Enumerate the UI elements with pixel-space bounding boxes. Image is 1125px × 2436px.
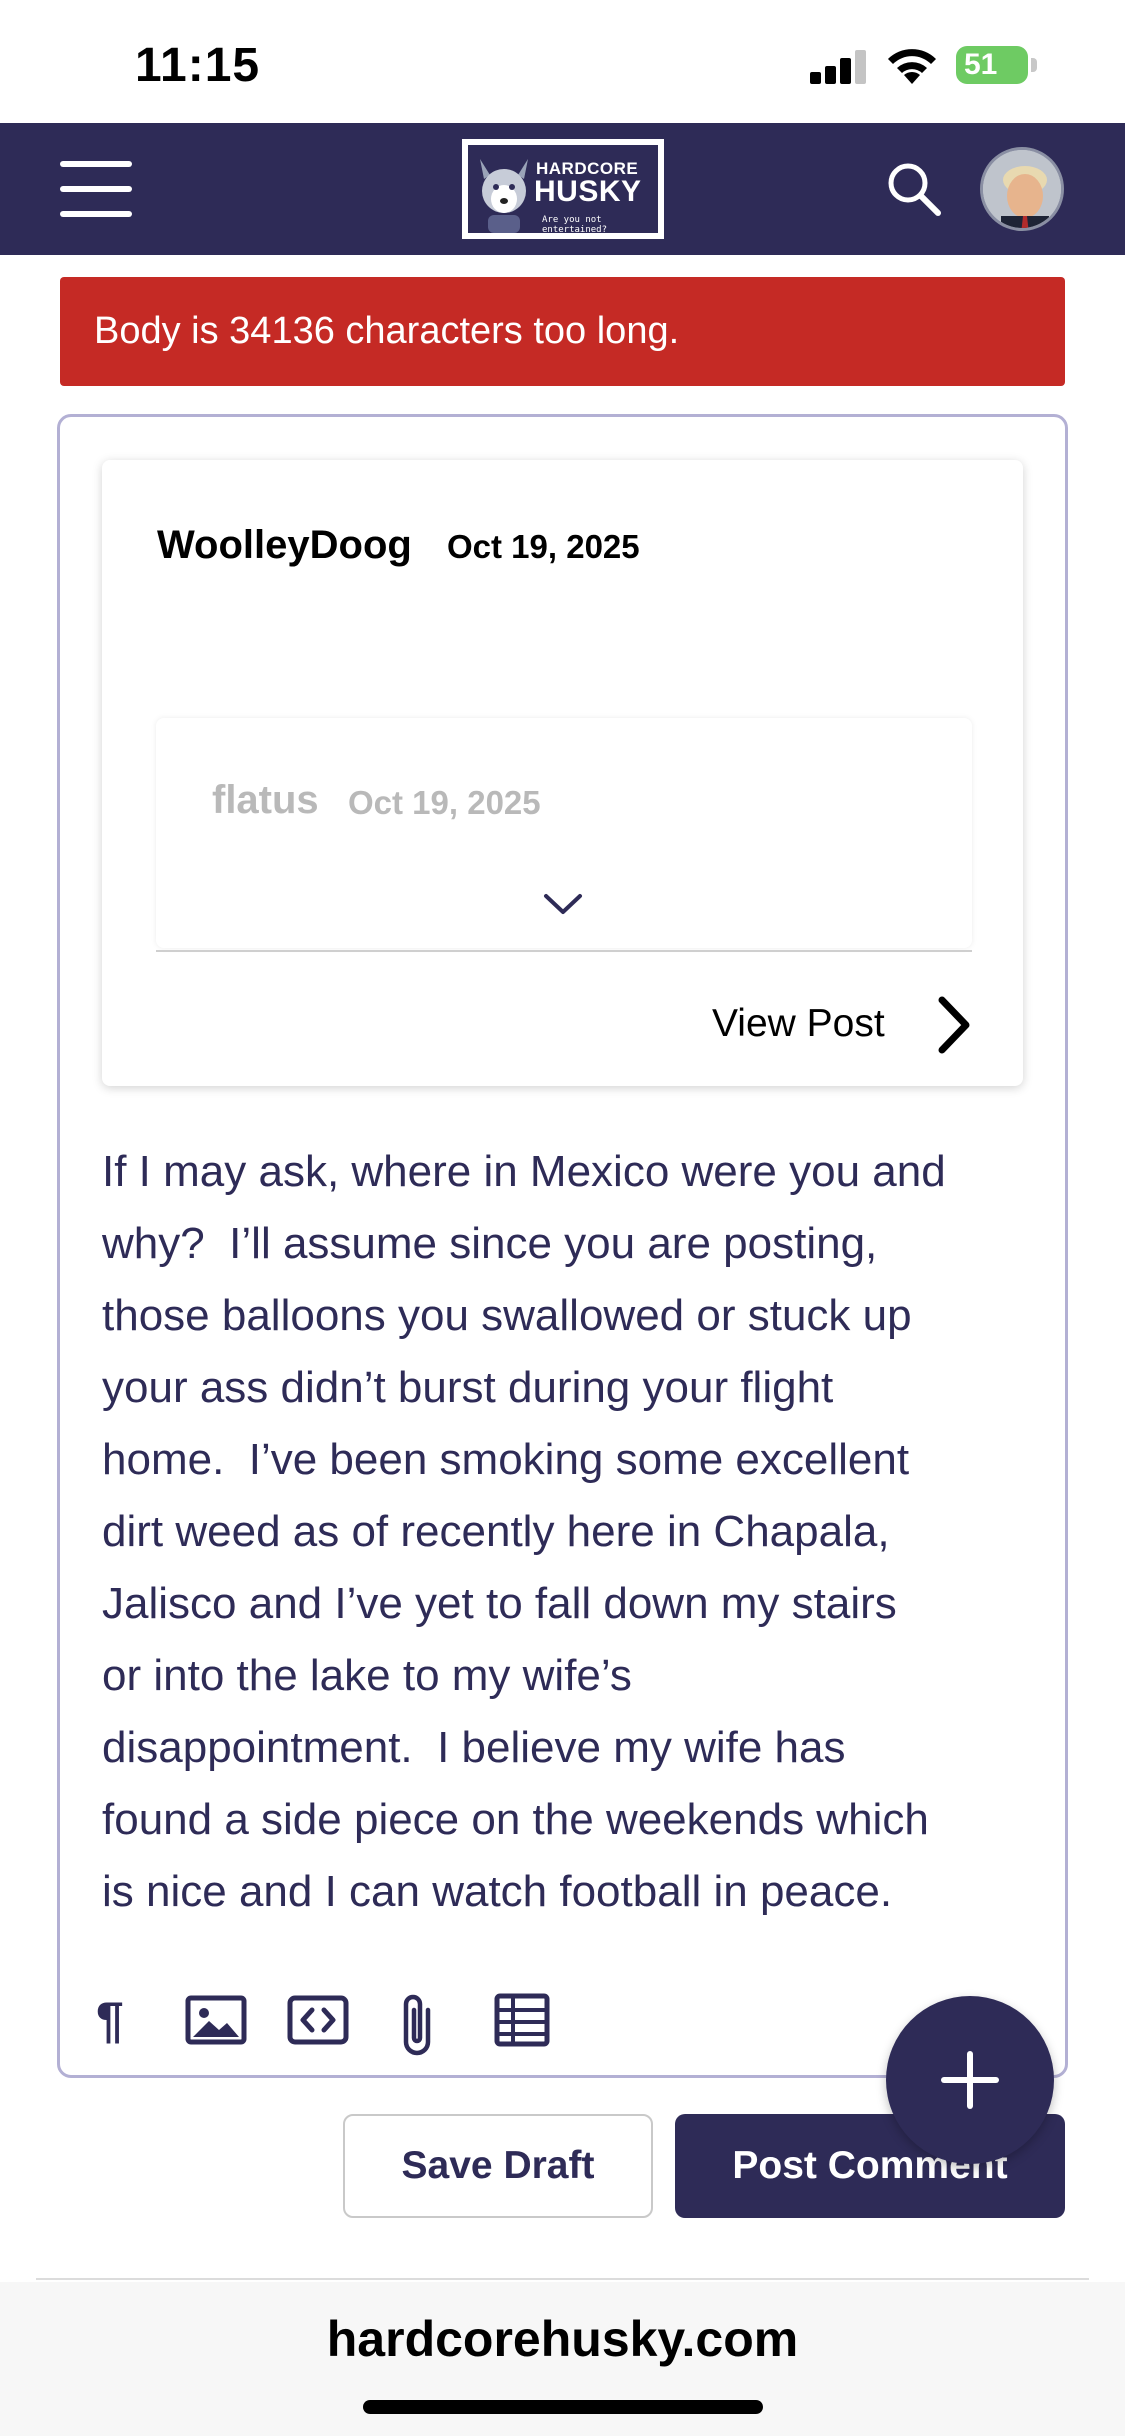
search-icon[interactable] <box>884 159 944 219</box>
site-logo[interactable]: HARDCORE HUSKY Are you not entertained? <box>462 139 664 239</box>
quote-author[interactable]: WoolleyDoog <box>157 523 412 568</box>
view-post-link[interactable]: View Post <box>710 988 980 1058</box>
husky-mascot-icon <box>480 159 528 233</box>
attachment-icon[interactable] <box>394 1988 442 2058</box>
menu-icon[interactable] <box>60 161 132 217</box>
divider <box>156 950 972 952</box>
status-time: 11:15 <box>135 39 261 92</box>
comment-body-text[interactable]: If I may ask, where in Mexico were you a… <box>102 1136 1052 1928</box>
battery-icon: 51 <box>956 46 1038 84</box>
plus-icon <box>941 2051 999 2109</box>
table-icon[interactable] <box>492 1990 552 2050</box>
avatar[interactable] <box>980 147 1064 231</box>
add-fab-button[interactable] <box>886 1996 1054 2164</box>
nested-quote-card: flatus Oct 19, 2025 <box>156 718 972 948</box>
nested-quote-author[interactable]: flatus <box>212 778 319 823</box>
quote-date: Oct 19, 2025 <box>447 528 640 565</box>
view-post-label: View Post <box>712 1002 885 1045</box>
nested-quote-date: Oct 19, 2025 <box>348 784 541 821</box>
logo-line2: HUSKY <box>534 175 642 208</box>
divider <box>36 2278 1089 2280</box>
quoted-post-card: WoolleyDoog Oct 19, 2025 flatus Oct 19, … <box>102 460 1023 1086</box>
code-icon[interactable] <box>286 1990 350 2050</box>
chevron-right-icon <box>938 996 970 1054</box>
user-avatar-image <box>983 150 1061 228</box>
cellular-signal-icon <box>810 50 868 84</box>
save-draft-button[interactable]: Save Draft <box>343 2114 653 2218</box>
url-label[interactable]: hardcorehusky.com <box>0 2310 1125 2368</box>
paragraph-icon[interactable]: ¶ <box>96 1990 124 2050</box>
site-header: HARDCORE HUSKY Are you not entertained? <box>0 123 1125 255</box>
error-banner: Body is 34136 characters too long. <box>60 277 1065 386</box>
browser-address-bar[interactable]: hardcorehusky.com <box>0 2282 1125 2436</box>
battery-level: 51 <box>964 48 998 81</box>
logo-tagline: Are you not entertained? <box>542 215 608 235</box>
chevron-down-icon[interactable] <box>540 890 586 920</box>
home-indicator[interactable] <box>363 2400 763 2414</box>
wifi-icon <box>888 49 936 84</box>
status-bar: 11:15 51 <box>0 0 1125 123</box>
image-icon[interactable] <box>184 1990 248 2050</box>
